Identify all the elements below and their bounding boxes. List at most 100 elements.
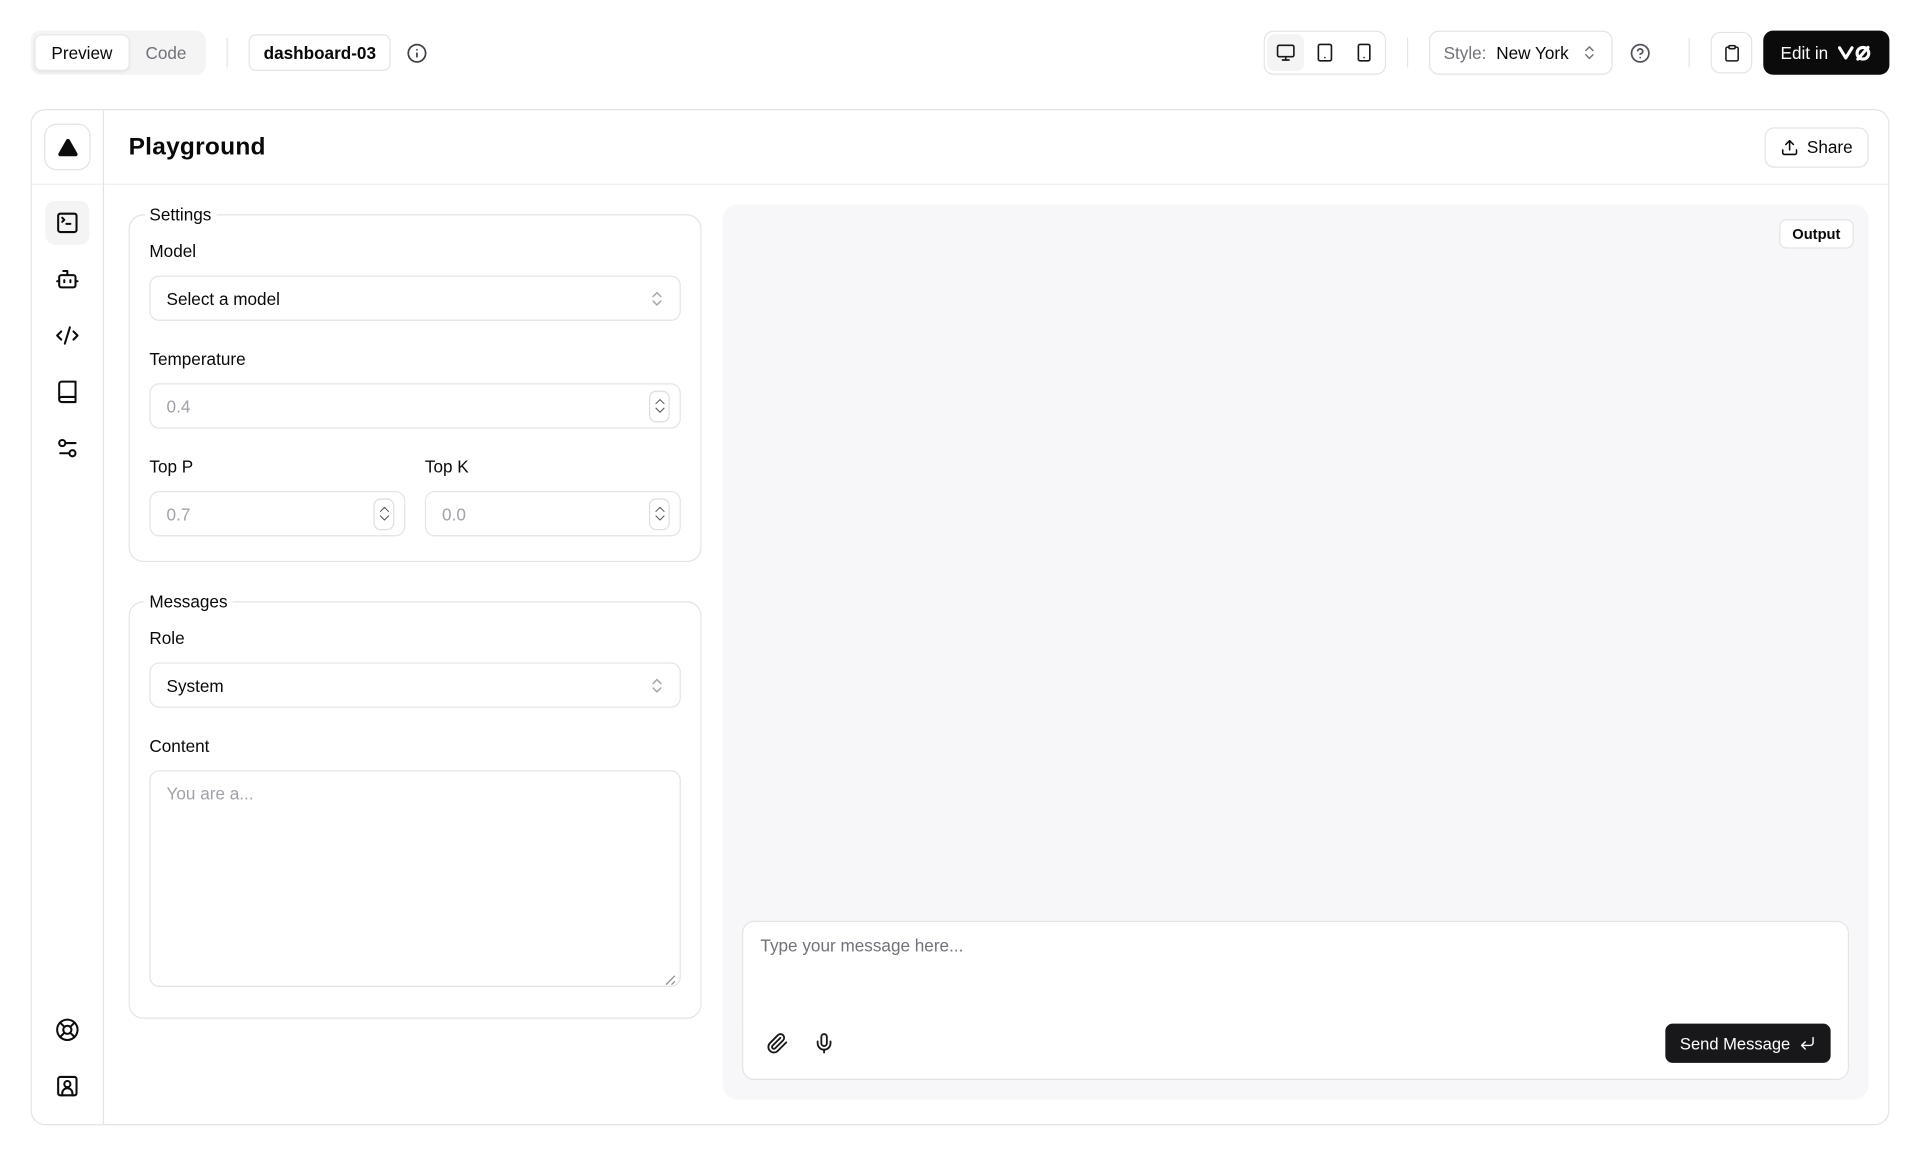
stepper-down-icon [653, 514, 665, 521]
sidebar-item-help[interactable] [45, 1008, 89, 1052]
send-message-button[interactable]: Send Message [1665, 1024, 1830, 1063]
content-label: Content [149, 736, 680, 756]
sliders-icon [55, 436, 79, 460]
device-mobile-button[interactable] [1346, 34, 1383, 71]
chevrons-up-down-icon [648, 676, 666, 694]
use-microphone-button[interactable] [804, 1024, 843, 1063]
share-button-label: Share [1807, 137, 1853, 157]
triangle-icon [56, 135, 79, 158]
role-select[interactable]: System [149, 662, 680, 707]
top-p-input[interactable] [149, 491, 405, 536]
component-name-badge: dashboard-03 [249, 34, 391, 71]
stepper-up-icon [653, 398, 665, 405]
mic-icon [813, 1032, 835, 1054]
app-frame: Playground Share Settings Model [31, 109, 1890, 1125]
chevrons-up-down-icon [648, 289, 666, 307]
role-label: Role [149, 628, 680, 648]
circle-help-icon [1630, 42, 1651, 63]
sidebar-item-account[interactable] [45, 1064, 89, 1108]
sidebar-item-settings[interactable] [45, 426, 89, 470]
role-select-value: System [167, 675, 224, 695]
book-icon [55, 380, 79, 404]
tab-code[interactable]: Code [130, 34, 203, 71]
attach-file-button[interactable] [758, 1024, 797, 1063]
top-p-stepper[interactable] [373, 498, 394, 530]
composer-toolbar: Send Message [743, 1024, 1847, 1079]
page: Preview Code dashboard-03 [0, 0, 1920, 1153]
message-input[interactable] [743, 922, 1847, 1024]
top-k-input[interactable] [425, 491, 681, 536]
settings-column: Settings Model Select a model [129, 204, 702, 1099]
chevrons-up-down-icon [1581, 44, 1598, 61]
edit-in-v0-label: Edit in [1781, 43, 1829, 63]
top-k-stepper[interactable] [649, 498, 670, 530]
tab-preview[interactable]: Preview [34, 34, 129, 71]
toolbar-divider [1407, 38, 1408, 67]
sidebar-nav [45, 185, 89, 470]
temperature-label: Temperature [149, 349, 680, 369]
sidebar-bottom [45, 1008, 89, 1124]
top-toolbar: Preview Code dashboard-03 [0, 0, 1920, 109]
main-area: Playground Share Settings Model [104, 110, 1888, 1124]
share-icon [1780, 138, 1798, 156]
monitor-icon [1276, 43, 1296, 63]
output-badge: Output [1779, 219, 1854, 248]
style-select[interactable]: Style: New York [1429, 31, 1613, 75]
toolbar-right-cluster: Style: New York Edit in [1264, 31, 1890, 75]
resize-handle-icon[interactable] [665, 975, 676, 986]
settings-fieldset: Settings Model Select a model [129, 204, 702, 562]
square-terminal-icon [55, 211, 79, 235]
device-desktop-button[interactable] [1267, 34, 1304, 71]
bot-icon [55, 267, 79, 291]
sidebar-item-playground[interactable] [45, 201, 89, 245]
device-toggle-group [1264, 31, 1386, 75]
v0-logo-icon [1838, 45, 1872, 61]
stepper-up-icon [653, 506, 665, 513]
main-header: Playground Share [104, 110, 1888, 185]
edit-in-v0-button[interactable]: Edit in [1763, 31, 1889, 75]
stepper-down-icon [378, 514, 390, 521]
send-message-label: Send Message [1680, 1034, 1790, 1052]
settings-legend: Settings [144, 204, 216, 224]
sidebar-item-documentation[interactable] [45, 370, 89, 414]
model-label: Model [149, 241, 680, 261]
share-button[interactable]: Share [1764, 127, 1869, 167]
temperature-input[interactable] [149, 383, 680, 428]
info-icon [407, 42, 428, 63]
life-buoy-icon [55, 1018, 79, 1042]
corner-down-left-icon [1799, 1035, 1816, 1052]
sidebar-header [32, 110, 103, 185]
model-select[interactable]: Select a model [149, 276, 680, 321]
content-textarea[interactable] [149, 770, 680, 987]
toolbar-divider [1689, 38, 1690, 67]
model-select-value: Select a model [167, 288, 280, 308]
output-panel: Output [722, 204, 1868, 1099]
copy-code-button[interactable] [1711, 32, 1753, 74]
square-user-icon [55, 1074, 79, 1098]
style-select-value: New York [1496, 43, 1568, 63]
sidebar-item-models[interactable] [45, 257, 89, 301]
help-icon-button[interactable] [1630, 42, 1651, 63]
device-tablet-button[interactable] [1306, 34, 1343, 71]
stepper-up-icon [378, 506, 390, 513]
messages-fieldset: Messages Role System [129, 591, 702, 1018]
tablet-icon [1315, 43, 1335, 63]
logo-button[interactable] [44, 124, 91, 171]
page-title: Playground [129, 133, 266, 161]
temperature-stepper[interactable] [649, 390, 670, 422]
stepper-down-icon [653, 407, 665, 414]
preview-code-tabs: Preview Code [31, 31, 206, 75]
smartphone-icon [1354, 43, 1374, 63]
paperclip-icon [767, 1032, 789, 1054]
top-p-label: Top P [149, 457, 405, 477]
info-icon-button[interactable] [407, 42, 428, 63]
messages-legend: Messages [144, 591, 232, 611]
sidebar-item-api[interactable] [45, 313, 89, 357]
top-k-label: Top K [425, 457, 681, 477]
message-composer: Send Message [742, 921, 1849, 1080]
code-icon [55, 323, 79, 347]
sidebar [32, 110, 104, 1124]
clipboard-icon [1722, 43, 1740, 61]
toolbar-divider [227, 38, 228, 67]
main-content: Settings Model Select a model [104, 185, 1888, 1124]
